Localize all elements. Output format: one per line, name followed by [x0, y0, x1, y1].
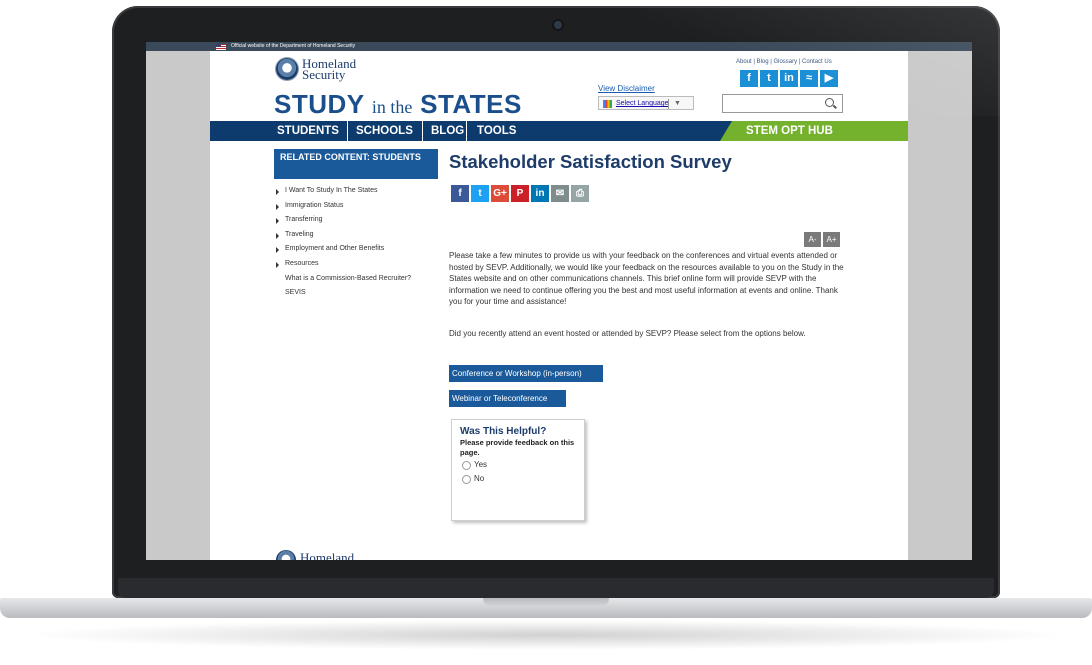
- yes-radio[interactable]: [462, 461, 471, 470]
- gov-banner: Official website of the Department of Ho…: [146, 42, 972, 51]
- us-flag-icon: [216, 44, 226, 50]
- laptop-base-notch: [483, 598, 609, 607]
- laptop-shadow: [20, 620, 1072, 650]
- related-content-heading: RELATED CONTENT: STUDENTS: [274, 149, 438, 179]
- feedback-question: Please provide feedback on this page.: [460, 438, 575, 457]
- view-disclaimer-link[interactable]: View Disclaimer: [598, 84, 655, 93]
- wordmark-in-the: in the: [371, 97, 413, 117]
- linkedin-icon[interactable]: in: [780, 70, 798, 87]
- search-icon[interactable]: [825, 98, 834, 107]
- web-page: Homeland Security STUDY in the STATES Vi…: [210, 51, 908, 560]
- sidebar-item-label: Transferring: [285, 216, 323, 224]
- conference-workshop-button[interactable]: Conference or Workshop (in-person): [449, 365, 603, 382]
- language-select-divider: [668, 99, 669, 109]
- laptop-bezel-bottom: [118, 578, 994, 598]
- sidebar-item-resources[interactable]: Resources: [276, 257, 411, 272]
- nav-tools[interactable]: TOOLS: [470, 121, 523, 141]
- feedback-no-option[interactable]: No: [460, 472, 576, 486]
- no-label: No: [474, 474, 485, 483]
- gov-banner-text: Official website of the Department of Ho…: [231, 43, 356, 49]
- caret-right-icon: [276, 232, 279, 239]
- webinar-teleconference-button[interactable]: Webinar or Teleconference: [449, 390, 566, 407]
- dhs-seal-icon: [276, 58, 298, 80]
- caret-right-icon: [276, 247, 279, 254]
- sidebar-item-traveling[interactable]: Traveling: [276, 228, 411, 243]
- share-facebook-icon[interactable]: f: [451, 185, 469, 202]
- intro-paragraph: Please take a few minutes to provide us …: [449, 251, 844, 307]
- sidebar-item-immigration[interactable]: Immigration Status: [276, 199, 411, 214]
- sidebar-item-label: Resources: [285, 259, 319, 267]
- feedback-yes-option[interactable]: Yes: [460, 458, 576, 472]
- share-googleplus-icon[interactable]: G+: [491, 185, 509, 202]
- sidebar-subitem-recruiter[interactable]: What is a Commission-Based Recruiter?: [276, 272, 411, 287]
- caret-right-icon: [276, 189, 279, 195]
- social-links: f t in ≈ ▶: [740, 70, 838, 88]
- wordmark-states: STATES: [420, 89, 522, 119]
- youtube-icon[interactable]: ▶: [820, 70, 838, 87]
- nav-stem-opt-hub[interactable]: STEM OPT HUB: [746, 121, 833, 141]
- yes-label: Yes: [474, 460, 488, 469]
- caret-right-icon: [276, 218, 279, 225]
- question-paragraph: Did you recently attend an event hosted …: [449, 329, 806, 338]
- sidebar-item-label: Employment and Other Benefits: [285, 245, 385, 253]
- facebook-icon[interactable]: f: [740, 70, 758, 87]
- nav-divider: [347, 121, 348, 141]
- sidebar-item-label: Immigration Status: [285, 201, 344, 209]
- nav-students[interactable]: STUDENTS: [270, 121, 346, 141]
- camera-icon: [554, 21, 562, 29]
- caret-right-icon: [276, 203, 279, 210]
- related-content-list: I Want To Study In The States Immigratio…: [276, 184, 411, 301]
- share-pinterest-icon[interactable]: P: [511, 185, 529, 202]
- sidebar-item-transferring[interactable]: Transferring: [276, 213, 411, 228]
- language-select-label: Select Language: [616, 100, 669, 107]
- sidebar-item-label: Traveling: [285, 230, 314, 238]
- share-bar: f t G+ P in ✉ ⎙: [451, 185, 589, 202]
- agency-name[interactable]: Homeland Security: [302, 57, 356, 81]
- nav-blog[interactable]: BLOG: [424, 121, 471, 141]
- font-size-controls: A- A+: [804, 232, 840, 247]
- language-select[interactable]: Select Language ▼: [598, 96, 694, 110]
- font-larger-button[interactable]: A+: [823, 232, 840, 247]
- nav-divider: [466, 121, 467, 141]
- feedback-title: Was This Helpful?: [460, 426, 547, 437]
- feedback-widget: Was This Helpful? Please provide feedbac…: [451, 419, 585, 521]
- font-smaller-button[interactable]: A-: [804, 232, 821, 247]
- site-logo[interactable]: STUDY in the STATES: [274, 89, 522, 120]
- page-title: Stakeholder Satisfaction Survey: [449, 151, 732, 172]
- caret-right-icon: [276, 261, 279, 268]
- share-email-icon[interactable]: ✉: [551, 185, 569, 202]
- chevron-down-icon: ▼: [674, 100, 681, 107]
- print-icon[interactable]: ⎙: [571, 185, 589, 202]
- no-radio[interactable]: [462, 475, 471, 484]
- rss-icon[interactable]: ≈: [800, 70, 818, 87]
- google-translate-icon: [603, 100, 612, 108]
- sidebar-item-employment[interactable]: Employment and Other Benefits: [276, 242, 411, 257]
- utility-links[interactable]: About | Blog | Glossary | Contact Us: [736, 59, 832, 65]
- share-twitter-icon[interactable]: t: [471, 185, 489, 202]
- sidebar-subitem-sevis[interactable]: SEVIS: [276, 286, 411, 301]
- share-linkedin-icon[interactable]: in: [531, 185, 549, 202]
- nav-schools[interactable]: SCHOOLS: [349, 121, 420, 141]
- sidebar-item-study[interactable]: I Want To Study In The States: [276, 184, 411, 199]
- wordmark-study: STUDY: [274, 89, 365, 119]
- nav-divider: [422, 121, 423, 141]
- sidebar-item-label: I Want To Study In The States: [285, 187, 378, 194]
- search-input[interactable]: [722, 94, 843, 113]
- laptop-screen: Official website of the Department of Ho…: [146, 42, 972, 560]
- twitter-icon[interactable]: t: [760, 70, 778, 87]
- footer-seal-icon: [276, 550, 296, 560]
- footer-agency-name: Homeland: [300, 550, 355, 560]
